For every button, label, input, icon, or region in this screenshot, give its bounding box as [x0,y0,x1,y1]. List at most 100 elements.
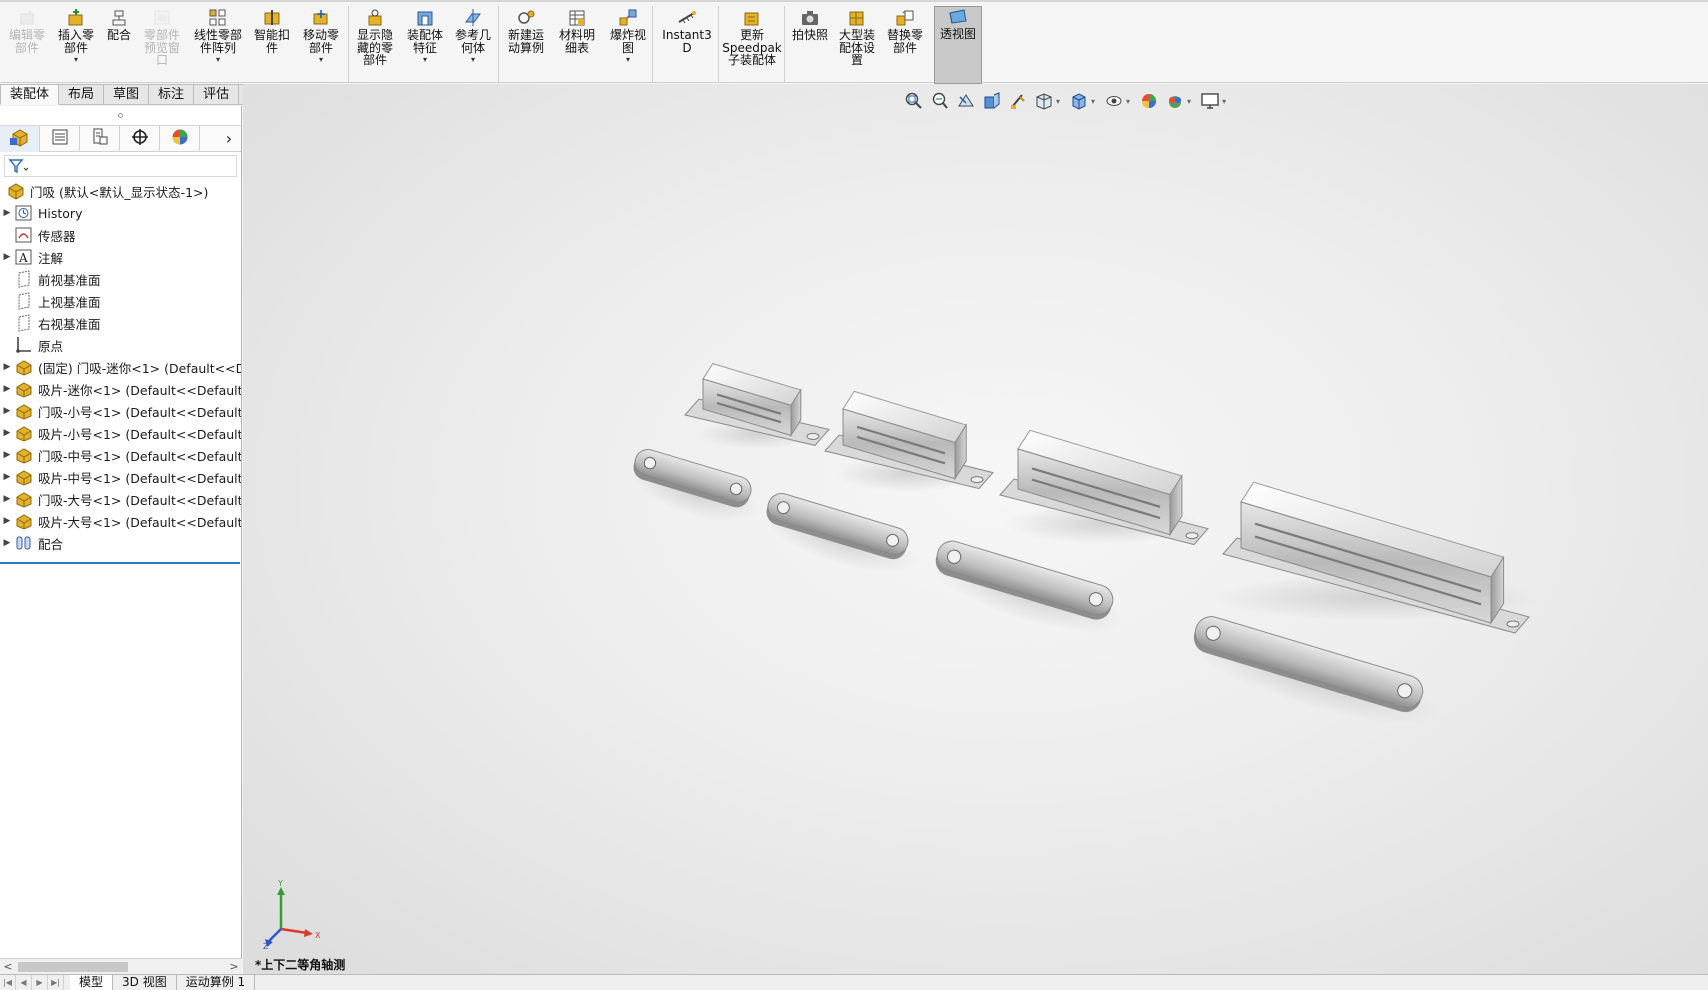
smart-fasteners-button[interactable]: 智能扣 件 [250,8,294,82]
catch-mini[interactable] [684,363,830,450]
section-view-icon[interactable] [981,91,1003,111]
tree-item[interactable]: ▶ 配合 [0,532,241,554]
appearance-icon[interactable] [1138,91,1160,111]
perspective-button[interactable]: 透视图 [934,6,982,84]
tree-item[interactable]: ▶ 门吸-大号<1> (Default<<Default> [0,488,241,510]
new-motion-study-button[interactable]: 新建运 动算例 [502,8,550,82]
graphics-area[interactable]: ▾ ▾ ▾ ▾ ▾ Y X Z *上下二等角轴测 [243,84,1708,974]
strike-plate-large[interactable] [1180,612,1446,743]
expand-arrow-icon[interactable]: ▶ [0,516,14,526]
horizontal-scrollbar[interactable]: < > [0,958,242,974]
expand-arrow-icon[interactable]: ▶ [0,472,14,482]
scroll-right-icon[interactable]: > [226,960,242,973]
more-tabs-chevron-icon[interactable]: › [217,126,241,152]
component-preview-button[interactable]: 零部件 预览窗 口 [139,8,185,82]
tree-item[interactable]: ▶ (固定) 门吸-迷你<1> (Default<<D [0,356,241,378]
tree-item[interactable]: ▶ 吸片-大号<1> (Default<<Default> [0,510,241,532]
bottom-tab[interactable]: 3D 视图 [113,975,177,990]
expand-arrow-icon[interactable]: ▶ [0,428,14,438]
expand-arrow-icon[interactable]: ▶ [0,494,14,504]
tree-item[interactable]: 右视基准面 [0,312,241,334]
dropdown-arrow-icon[interactable]: ▾ [1187,97,1191,106]
scene-icon[interactable] [1164,91,1186,111]
insert-components-button[interactable]: 插入零 部件 ▾ [54,8,98,82]
move-component-button[interactable]: 移动零 部件 ▾ [298,8,344,82]
assembly-features-button[interactable]: 装配体 特征 ▾ [403,8,447,82]
zoom-fit-icon[interactable] [903,91,925,111]
scroll-left-icon[interactable]: < [0,960,16,973]
expand-arrow-icon[interactable]: ▶ [0,252,14,262]
catch-large[interactable] [1213,481,1539,634]
dropdown-arrow-icon[interactable]: ▾ [74,56,78,64]
dropdown-arrow-icon[interactable]: ▾ [626,56,630,64]
configurationmanager-tab[interactable] [80,125,120,152]
displaymanager-tab[interactable] [160,125,200,152]
first-tab-icon[interactable]: |◀ [0,975,16,990]
expand-arrow-icon[interactable]: ▶ [0,362,14,372]
expand-arrow-icon[interactable]: ▶ [0,208,14,218]
propertymanager-tab[interactable] [40,125,80,152]
dropdown-arrow-icon[interactable]: ▾ [1126,97,1130,106]
strike-plate-mini[interactable] [625,446,768,533]
previous-view-icon[interactable] [955,91,977,111]
dropdown-arrow-icon[interactable]: ▾ [423,56,427,64]
strike-plate-medium[interactable] [925,537,1133,648]
command-tab[interactable]: 布局 [59,84,105,105]
edit-component-button[interactable]: 编辑零 部件 [4,8,50,82]
strike-plate-small[interactable] [758,490,926,586]
update-speedpak-button[interactable]: 更新 Speedpak 子装配体 [722,8,782,82]
view-orientation-icon[interactable] [1033,91,1055,111]
expand-arrow-icon[interactable]: ▶ [0,450,14,460]
bill-of-materials-button[interactable]: 材料明 细表 [554,8,600,82]
command-tab[interactable]: 评估 [194,84,240,105]
linear-pattern-button[interactable]: 线性零部 件阵列 ▾ [188,8,248,82]
tree-item[interactable]: ▶ 吸片-小号<1> (Default<<Default> [0,422,241,444]
prev-tab-icon[interactable]: ◀ [16,975,32,990]
last-tab-icon[interactable]: ▶| [48,975,64,990]
take-snapshot-button[interactable]: 拍快照 [788,8,832,82]
door-catch-parts[interactable] [625,363,1539,743]
rollback-bar[interactable] [0,562,240,564]
dimxpert-tab[interactable] [120,125,160,152]
panel-collapse-handle[interactable] [0,106,241,126]
replace-components-button[interactable]: 替换零 部件 [882,8,928,82]
dropdown-arrow-icon[interactable]: ▾ [471,56,475,64]
mate-button[interactable]: 配合 [102,8,136,82]
tree-item[interactable]: 门吸 (默认<默认_显示状态-1>) [0,180,241,202]
bottom-tab[interactable]: 运动算例 1 [177,975,256,990]
display-style-icon[interactable] [1068,91,1090,111]
catch-medium[interactable] [999,429,1209,546]
reference-geometry-button[interactable]: 参考几 何体 ▾ [451,8,495,82]
next-tab-icon[interactable]: ▶ [32,975,48,990]
tree-item[interactable]: 传感器 [0,224,241,246]
expand-arrow-icon[interactable]: ▶ [0,384,14,394]
expand-arrow-icon[interactable]: ▶ [0,538,14,548]
tree-item[interactable]: ▶ A 注解 [0,246,241,268]
show-hidden-button[interactable]: 显示隐 藏的零 部件 [351,8,399,82]
dropdown-arrow-icon[interactable]: ▾ [319,56,323,64]
scroll-thumb[interactable] [18,961,128,972]
dropdown-arrow-icon[interactable]: ▾ [1056,97,1060,106]
tree-item[interactable]: ▶ 门吸-小号<1> (Default<<Default> [0,400,241,422]
tree-item[interactable]: ▶ 吸片-迷你<1> (Default<<Default> [0,378,241,400]
expand-arrow-icon[interactable]: ▶ [0,406,14,416]
tree-item[interactable]: 原点 [0,334,241,356]
tree-item[interactable]: ▶ History [0,202,241,224]
catch-small[interactable] [824,390,994,492]
tree-item[interactable]: ▶ 吸片-中号<1> (Default<<Default> [0,466,241,488]
bottom-tab[interactable]: 模型 [70,975,114,990]
tree-item[interactable]: 上视基准面 [0,290,241,312]
exploded-view-button[interactable]: 爆炸视 图 ▾ [606,8,650,82]
dropdown-arrow-icon[interactable]: ▾ [1091,97,1095,106]
instant3d-button[interactable]: Instant3D [658,8,716,82]
command-tab[interactable]: 装配体 [0,84,60,105]
annotation-view-icon[interactable] [1007,91,1029,111]
featuremanager-tab[interactable] [0,125,40,152]
hide-show-icon[interactable] [1103,91,1125,111]
tree-item[interactable]: ▶ 门吸-中号<1> (Default<<Default> [0,444,241,466]
command-tab[interactable]: 草图 [104,84,150,105]
zoom-area-icon[interactable] [929,91,951,111]
tree-item[interactable]: 前视基准面 [0,268,241,290]
command-tab[interactable]: 标注 [149,84,195,105]
dropdown-arrow-icon[interactable]: ▾ [1222,97,1226,106]
